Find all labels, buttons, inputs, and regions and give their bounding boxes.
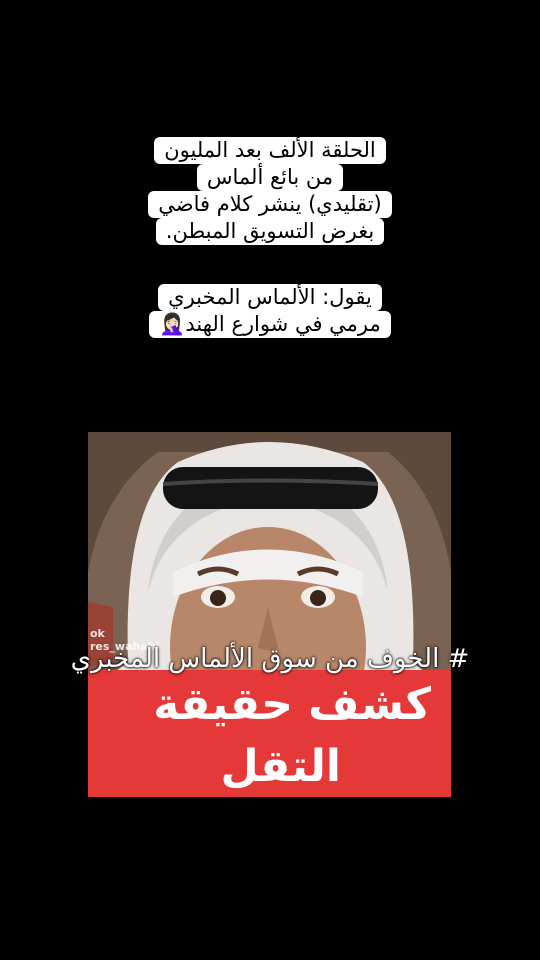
embedded-video-frame[interactable]: ok res_wahabi كشف حقيقة التقل — [88, 432, 451, 797]
video-title-banner: كشف حقيقة التقل — [88, 670, 451, 797]
watermark-line: ok — [90, 627, 105, 640]
caption-line: (تقليدي) ينشر كلام فاضي — [148, 191, 392, 218]
caption-line: مرمي في شوارع الهند🤦🏻‍♀️ — [149, 311, 391, 338]
caption-line: بغرض التسويق المبطن. — [155, 218, 385, 245]
caption-line: يقول: الألماس المخبري — [158, 284, 382, 311]
hashtag-caption[interactable]: # الخوف من سوق الألماس المخبري — [0, 641, 540, 677]
story-screen: { "caption": { "block1": [ "الحلقة الألف… — [0, 0, 540, 960]
banner-title-cut: التقل — [220, 741, 341, 792]
caption-line: الحلقة الألف بعد المليون — [154, 137, 386, 164]
banner-title: كشف حقيقة — [153, 679, 431, 730]
caption-block-intro: الحلقة الألف بعد المليون من بائع ألماس (… — [0, 137, 540, 245]
caption-block-quote: يقول: الألماس المخبري مرمي في شوارع الهن… — [0, 284, 540, 338]
caption-line: من بائع ألماس — [196, 164, 344, 191]
